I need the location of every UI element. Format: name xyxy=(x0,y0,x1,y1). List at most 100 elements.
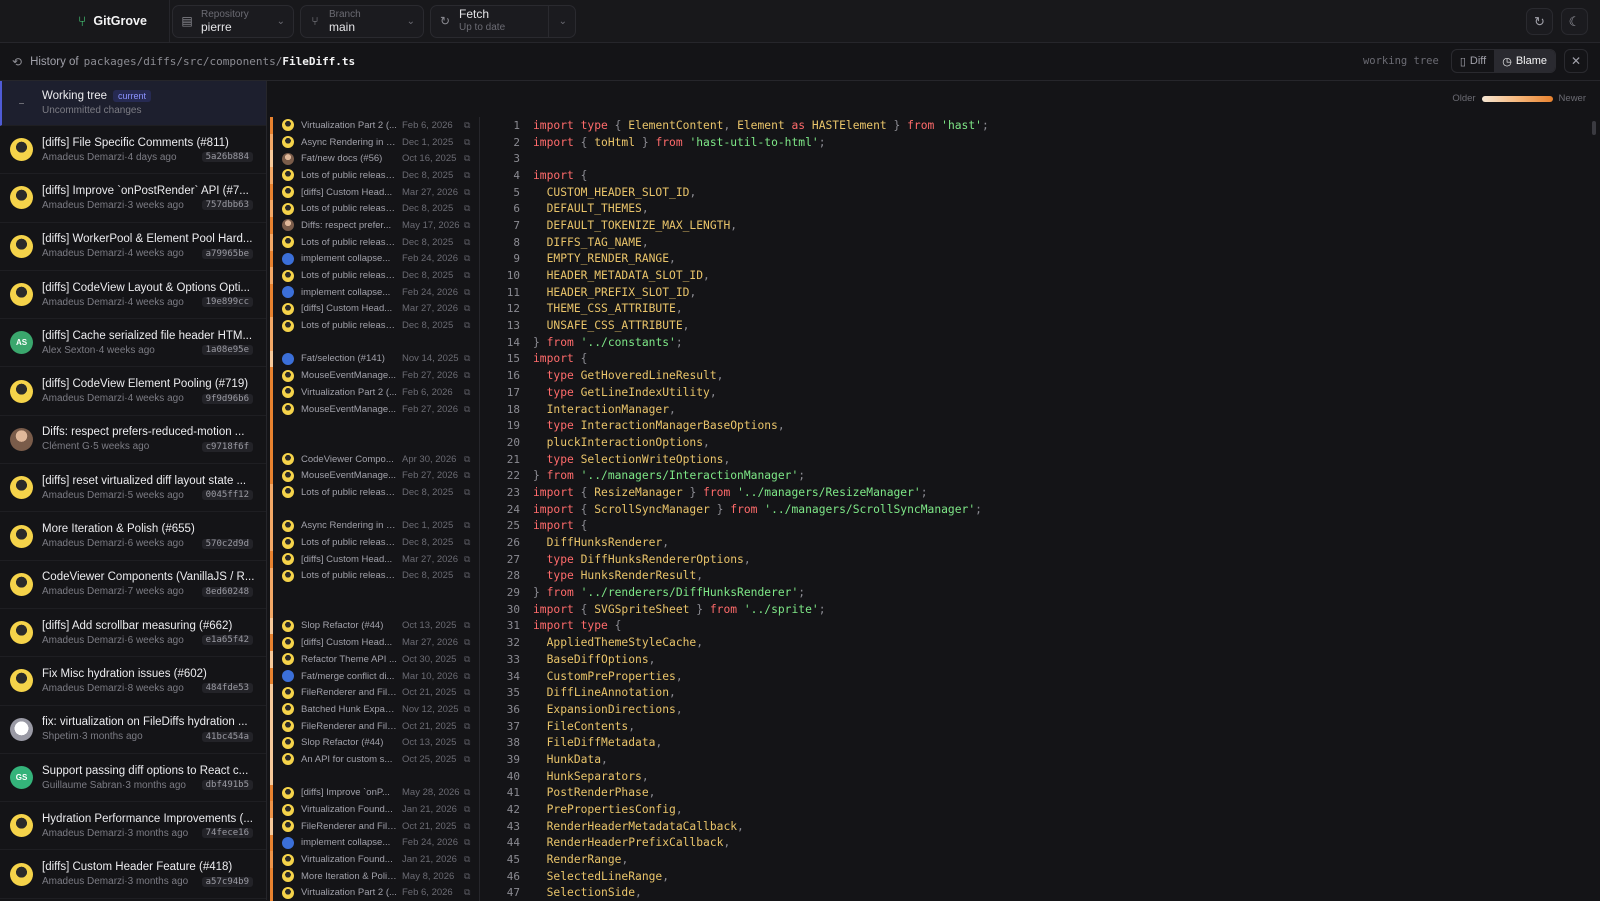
commit-list-item[interactable]: [diffs] WorkerPool & Element Pool Hard..… xyxy=(0,223,266,271)
commit-sha[interactable]: 19e899cc xyxy=(201,297,253,308)
blame-annotation[interactable]: More Iteration & Polis... May 8, 2026 ⧉ xyxy=(268,867,480,885)
commit-list-item[interactable]: Hydration Performance Improvements (... A… xyxy=(0,802,266,851)
commit-list-item[interactable]: AS [diffs] Cache serialized file header H… xyxy=(0,319,266,368)
commit-list-item[interactable]: [diffs] Improve `onPostRender` API (#7..… xyxy=(0,174,266,223)
commit-list-item[interactable]: GS Support passing diff options to React … xyxy=(0,754,266,803)
copy-icon[interactable]: ⧉ xyxy=(464,554,470,565)
commit-list-item[interactable]: [diffs] Custom Header Feature (#418) Amad… xyxy=(0,850,266,899)
copy-icon[interactable]: ⧉ xyxy=(464,170,470,181)
blame-annotation[interactable]: [diffs] Custom Head... Mar 27, 2026 ⧉ xyxy=(268,300,480,318)
blame-annotation[interactable]: Virtualization Part 2 (... Feb 6, 2026 ⧉ xyxy=(268,384,480,401)
copy-icon[interactable]: ⧉ xyxy=(464,454,470,465)
copy-icon[interactable]: ⧉ xyxy=(464,704,470,715)
copy-icon[interactable]: ⧉ xyxy=(464,153,470,164)
blame-annotation[interactable]: MouseEventManage... Feb 27, 2026 ⧉ xyxy=(268,467,480,485)
commit-sha[interactable]: a79965be xyxy=(201,248,253,259)
copy-icon[interactable]: ⧉ xyxy=(464,287,470,298)
blame-annotation[interactable]: [diffs] Custom Head... Mar 27, 2026 ⧉ xyxy=(268,183,480,201)
commit-list-item[interactable]: fix: virtualization on FileDiffs hydrati… xyxy=(0,706,266,754)
blame-annotation[interactable]: Virtualization Found... Jan 21, 2026 ⧉ xyxy=(268,851,480,868)
blame-annotation[interactable]: Refactor Theme API ... Oct 30, 2025 ⧉ xyxy=(268,651,480,668)
fetch-button[interactable]: ↻ Fetch Up to date ⌄ xyxy=(430,4,576,38)
blame-annotation[interactable]: Diffs: respect prefer... May 17, 2026 ⧉ xyxy=(268,217,480,234)
commit-sha[interactable]: 41bc454a xyxy=(201,731,253,742)
copy-icon[interactable]: ⧉ xyxy=(464,237,470,248)
blame-annotation[interactable]: Fat/selection (#141) Nov 14, 2025 ⧉ xyxy=(268,350,480,368)
commit-sha[interactable]: 757dbb63 xyxy=(201,200,253,211)
repository-selector[interactable]: ▤ Repository pierre ⌄ xyxy=(172,4,294,38)
commit-sha[interactable]: c9718f6f xyxy=(201,441,253,452)
copy-icon[interactable]: ⧉ xyxy=(464,804,470,815)
copy-icon[interactable]: ⧉ xyxy=(464,787,470,798)
copy-icon[interactable]: ⧉ xyxy=(464,737,470,748)
copy-icon[interactable]: ⧉ xyxy=(464,220,470,231)
copy-icon[interactable]: ⧉ xyxy=(464,654,470,665)
blame-annotation[interactable]: Fat/merge conflict di... Mar 10, 2026 ⧉ xyxy=(268,667,480,685)
blame-annotation[interactable]: Lots of public release... Dec 8, 2025 ⧉ xyxy=(268,233,480,251)
blame-annotation[interactable]: FileRenderer and File... Oct 21, 2025 ⧉ xyxy=(268,717,480,735)
blame-annotation[interactable]: Async Rendering in W... Dec 1, 2025 ⧉ xyxy=(268,133,480,151)
blame-annotation[interactable]: [diffs] Custom Head... Mar 27, 2026 ⧉ xyxy=(268,550,480,568)
copy-icon[interactable]: ⧉ xyxy=(464,671,470,682)
copy-icon[interactable]: ⧉ xyxy=(464,520,470,531)
close-history-button[interactable]: ✕ xyxy=(1564,49,1588,73)
copy-icon[interactable]: ⧉ xyxy=(464,620,470,631)
copy-icon[interactable]: ⧉ xyxy=(464,754,470,765)
copy-icon[interactable]: ⧉ xyxy=(464,353,470,364)
commit-list-item[interactable]: [diffs] reset virtualized diff layout st… xyxy=(0,464,266,513)
copy-icon[interactable]: ⧉ xyxy=(464,404,470,415)
blame-annotation[interactable]: Slop Refactor (#44) Oct 13, 2025 ⧉ xyxy=(268,734,480,752)
commit-sha[interactable]: 8ed60248 xyxy=(201,586,253,597)
blame-annotation[interactable]: CodeViewer Compo... Apr 30, 2026 ⧉ xyxy=(268,450,480,468)
commit-sha[interactable]: 9f9d96b6 xyxy=(201,393,253,404)
copy-icon[interactable]: ⧉ xyxy=(464,487,470,498)
copy-icon[interactable]: ⧉ xyxy=(464,320,470,331)
commit-list-item[interactable]: Fix Misc hydration issues (#602) Amadeus … xyxy=(0,657,266,706)
diff-view-button[interactable]: ▯ Diff xyxy=(1452,50,1494,72)
copy-icon[interactable]: ⧉ xyxy=(464,887,470,898)
commit-list-item[interactable]: CodeViewer Components (VanillaJS / R... A… xyxy=(0,561,266,609)
commit-sha[interactable]: 74fece16 xyxy=(201,828,253,839)
copy-icon[interactable]: ⧉ xyxy=(464,637,470,648)
copy-icon[interactable]: ⧉ xyxy=(464,387,470,398)
blame-annotation[interactable]: Batched Hunk Expan... Nov 12, 2025 ⧉ xyxy=(268,701,480,718)
blame-annotation[interactable]: [diffs] Improve `onP... May 28, 2026 ⧉ xyxy=(268,784,480,802)
commit-sha[interactable]: a57c94b9 xyxy=(201,876,253,887)
copy-icon[interactable]: ⧉ xyxy=(464,203,470,214)
blame-annotation[interactable]: implement collapse... Feb 24, 2026 ⧉ xyxy=(268,834,480,852)
app-brand[interactable]: ⑂ GitGrove xyxy=(0,0,170,43)
copy-icon[interactable]: ⧉ xyxy=(464,570,470,581)
fetch-options-chevron-icon[interactable]: ⌄ xyxy=(559,16,567,27)
copy-icon[interactable]: ⧉ xyxy=(464,303,470,314)
blame-annotation[interactable]: Lots of public release... Dec 8, 2025 ⧉ xyxy=(268,267,480,284)
blame-annotation[interactable]: Lots of public release... Dec 8, 2025 ⧉ xyxy=(268,534,480,551)
copy-icon[interactable]: ⧉ xyxy=(464,821,470,832)
blame-annotation[interactable]: Lots of public release... Dec 8, 2025 ⧉ xyxy=(268,484,480,501)
commit-list-item[interactable]: [diffs] CodeView Element Pooling (#719) A… xyxy=(0,367,266,416)
blame-annotation[interactable]: Virtualization Found... Jan 21, 2026 ⧉ xyxy=(268,801,480,818)
copy-icon[interactable]: ⧉ xyxy=(464,370,470,381)
blame-annotation[interactable]: Virtualization Part 2 (... Feb 6, 2026 ⧉ xyxy=(268,884,480,901)
commit-sha[interactable]: 484fde53 xyxy=(201,683,253,694)
blame-annotation[interactable]: MouseEventManage... Feb 27, 2026 ⧉ xyxy=(268,400,480,418)
copy-icon[interactable]: ⧉ xyxy=(464,854,470,865)
copy-icon[interactable]: ⧉ xyxy=(464,837,470,848)
blame-annotation[interactable]: MouseEventManage... Feb 27, 2026 ⧉ xyxy=(268,367,480,384)
commit-list-item[interactable]: Diffs: respect prefers-reduced-motion ..… xyxy=(0,416,266,465)
commit-list-item[interactable]: More Iteration & Polish (#655) Amadeus De… xyxy=(0,512,266,561)
copy-icon[interactable]: ⧉ xyxy=(464,537,470,548)
blame-annotation[interactable]: Fat/new docs (#56) Oct 16, 2025 ⧉ xyxy=(268,150,480,168)
commit-sha[interactable]: 1a08e95e xyxy=(201,345,253,356)
blame-annotation[interactable]: Lots of public release... Dec 8, 2025 ⧉ xyxy=(268,567,480,585)
commit-list-item[interactable]: [diffs] CodeView Layout & Options Opti..… xyxy=(0,271,266,320)
copy-icon[interactable]: ⧉ xyxy=(464,187,470,198)
copy-icon[interactable]: ⧉ xyxy=(464,253,470,264)
blame-view-button[interactable]: ◷ Blame xyxy=(1494,50,1555,72)
commit-list-item[interactable]: [diffs] Add scrollbar measuring (#662) Am… xyxy=(0,609,266,658)
blame-annotation[interactable]: Lots of public release... Dec 8, 2025 ⧉ xyxy=(268,167,480,184)
blame-annotation[interactable]: implement collapse... Feb 24, 2026 ⧉ xyxy=(268,283,480,301)
copy-icon[interactable]: ⧉ xyxy=(464,721,470,732)
branch-selector[interactable]: ⑂ Branch main ⌄ xyxy=(300,4,424,38)
blame-annotation[interactable]: FileRenderer and File... Oct 21, 2025 ⧉ xyxy=(268,817,480,835)
commit-sha[interactable]: 570c2d9d xyxy=(201,538,253,549)
